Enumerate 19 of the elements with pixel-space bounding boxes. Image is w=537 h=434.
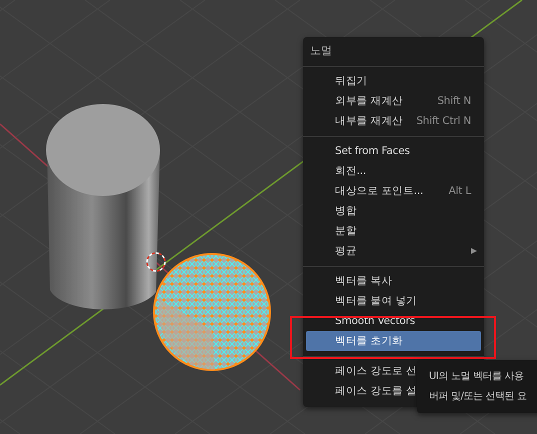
menu-item[interactable]: 분할 bbox=[306, 221, 481, 241]
menu-item[interactable]: 뒤집기 bbox=[306, 71, 481, 91]
3d-cursor-icon bbox=[146, 252, 166, 272]
menu-item[interactable]: 외부를 재계산 Shift N bbox=[306, 91, 481, 111]
menu-item[interactable]: 평균 bbox=[306, 241, 481, 261]
menu-item[interactable]: 벡터를 초기화 bbox=[306, 331, 481, 351]
tooltip-text: 버퍼 및/또는 선택된 요 bbox=[429, 390, 527, 404]
menu-title: 노멀 bbox=[309, 43, 332, 57]
menu-item[interactable]: 내부를 재계산 Shift Ctrl N bbox=[306, 111, 481, 131]
shortcut-label: Shift N bbox=[437, 95, 471, 107]
menu-item[interactable]: 병합 bbox=[306, 201, 481, 221]
menu-item[interactable]: 벡터를 복사 bbox=[306, 271, 481, 291]
menu-item[interactable]: 회전... bbox=[306, 161, 481, 181]
tooltip-text: UI의 노멀 벡터를 사용 bbox=[429, 370, 524, 384]
shortcut-label: Shift Ctrl N bbox=[416, 115, 471, 127]
menu-item[interactable]: 대상으로 포인트... Alt L bbox=[306, 181, 481, 201]
menu-item[interactable]: Set from Faces bbox=[306, 141, 481, 161]
shortcut-label: Alt L bbox=[448, 185, 471, 197]
menu-item[interactable]: 벡터를 붙여 넣기 bbox=[306, 291, 481, 311]
